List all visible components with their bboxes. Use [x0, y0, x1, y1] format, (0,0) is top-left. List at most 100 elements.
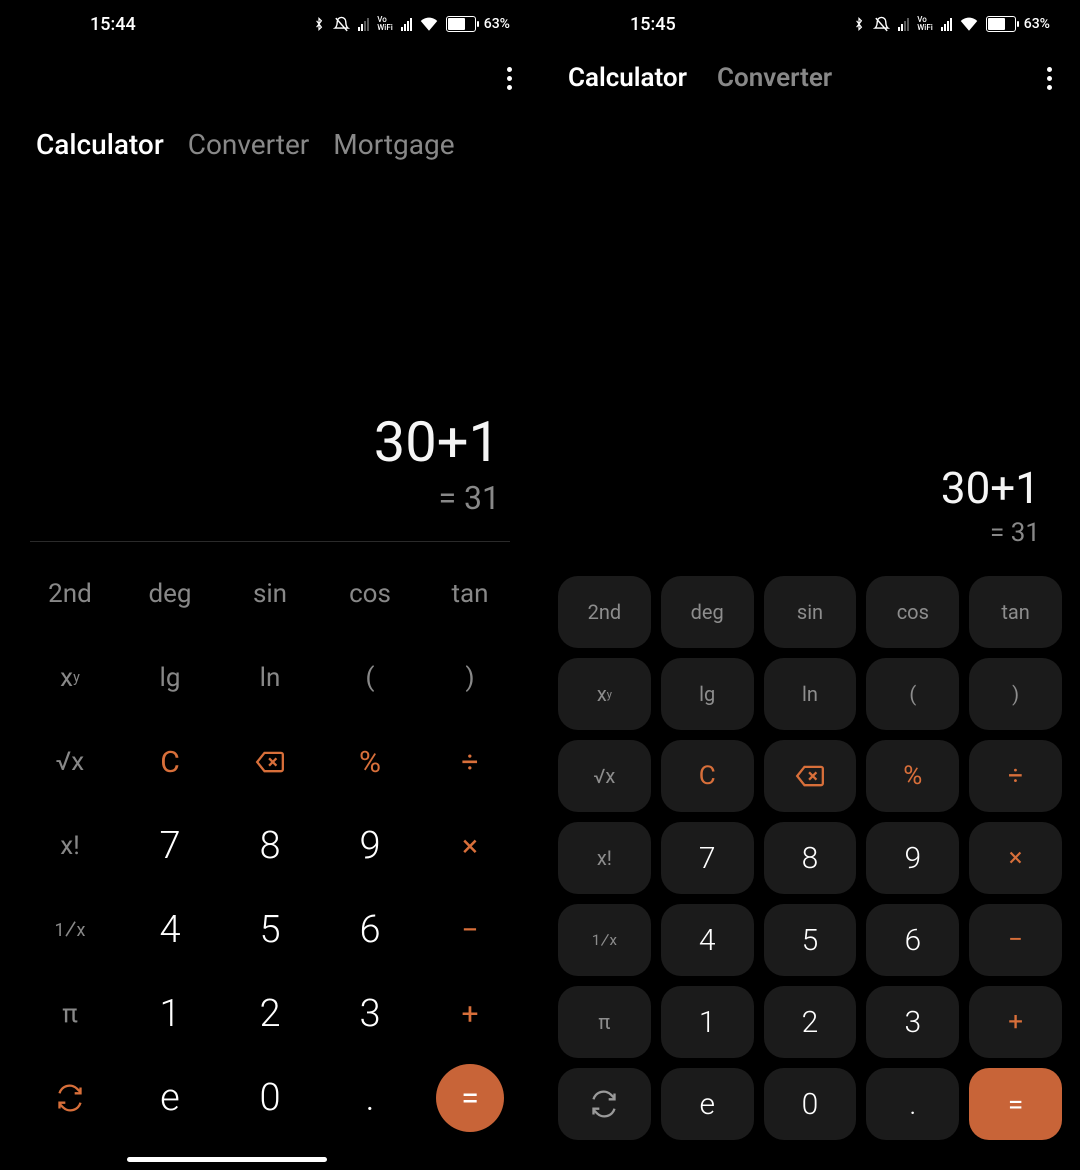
- key-backspace[interactable]: [764, 740, 857, 812]
- key-multiply[interactable]: ×: [969, 822, 1062, 894]
- key-pi[interactable]: π: [558, 986, 651, 1058]
- key-plus[interactable]: +: [969, 986, 1062, 1058]
- header-row: Calculator Converter: [540, 48, 1080, 108]
- phone-right: 15:45 VoWiFi 63% Calculator Converter 30…: [540, 0, 1080, 1170]
- key-ln[interactable]: ln: [220, 636, 320, 720]
- key-lparen[interactable]: (: [866, 658, 959, 730]
- vowifi-label: VoWiFi: [377, 16, 393, 32]
- key-percent[interactable]: %: [866, 740, 959, 812]
- key-sqrt[interactable]: √x: [20, 720, 120, 804]
- key-minus[interactable]: −: [420, 888, 520, 972]
- tab-calculator[interactable]: Calculator: [36, 128, 164, 161]
- mute-icon: [873, 16, 890, 33]
- key-reciprocal[interactable]: 1⁄x: [558, 904, 651, 976]
- more-icon[interactable]: [1047, 67, 1052, 90]
- key-2nd[interactable]: 2nd: [558, 576, 651, 648]
- display: 30+1 = 31: [0, 161, 540, 531]
- key-equals[interactable]: =: [969, 1068, 1062, 1140]
- key-percent[interactable]: %: [320, 720, 420, 804]
- key-5[interactable]: 5: [764, 904, 857, 976]
- key-lg[interactable]: lg: [661, 658, 754, 730]
- key-deg[interactable]: deg: [120, 552, 220, 636]
- key-1[interactable]: 1: [120, 972, 220, 1056]
- key-4[interactable]: 4: [661, 904, 754, 976]
- key-reciprocal[interactable]: 1⁄x: [20, 888, 120, 972]
- home-indicator[interactable]: [127, 1157, 327, 1162]
- key-lg[interactable]: lg: [120, 636, 220, 720]
- key-rparen[interactable]: ): [420, 636, 520, 720]
- key-deg[interactable]: deg: [661, 576, 754, 648]
- signal1-icon: [898, 17, 909, 31]
- status-icons: VoWiFi 63%: [853, 16, 1050, 33]
- key-e[interactable]: e: [120, 1056, 220, 1140]
- key-2nd[interactable]: 2nd: [20, 552, 120, 636]
- battery-icon: [986, 16, 1016, 32]
- status-bar: 15:45 VoWiFi 63%: [540, 0, 1080, 48]
- key-tan[interactable]: tan: [420, 552, 520, 636]
- key-sin[interactable]: sin: [764, 576, 857, 648]
- key-factorial[interactable]: x!: [20, 804, 120, 888]
- key-sqrt[interactable]: √x: [558, 740, 651, 812]
- keypad: 2nd deg sin cos tan xy lg ln ( ) √x C % …: [0, 542, 540, 1170]
- key-ln[interactable]: ln: [764, 658, 857, 730]
- key-7[interactable]: 7: [120, 804, 220, 888]
- key-divide[interactable]: ÷: [969, 740, 1062, 812]
- key-equals[interactable]: =: [436, 1064, 504, 1132]
- key-lparen[interactable]: (: [320, 636, 420, 720]
- tab-calculator[interactable]: Calculator: [568, 63, 687, 93]
- key-9[interactable]: 9: [866, 822, 959, 894]
- key-cycle[interactable]: [20, 1056, 120, 1140]
- key-0[interactable]: 0: [764, 1068, 857, 1140]
- key-sin[interactable]: sin: [220, 552, 320, 636]
- expression[interactable]: 30+1: [941, 462, 1040, 514]
- key-6[interactable]: 6: [866, 904, 959, 976]
- key-dot[interactable]: .: [866, 1068, 959, 1140]
- key-0[interactable]: 0: [220, 1056, 320, 1140]
- expression[interactable]: 30+1: [374, 409, 500, 475]
- display: 30+1 = 31: [540, 108, 1080, 562]
- key-8[interactable]: 8: [220, 804, 320, 888]
- key-9[interactable]: 9: [320, 804, 420, 888]
- key-cycle[interactable]: [558, 1068, 651, 1140]
- tab-mortgage[interactable]: Mortgage: [333, 128, 454, 161]
- status-icons: VoWiFi 63%: [313, 16, 510, 33]
- key-pow[interactable]: xy: [558, 658, 651, 730]
- bluetooth-icon: [853, 16, 865, 32]
- more-icon[interactable]: [507, 67, 512, 90]
- tab-converter[interactable]: Converter: [188, 128, 310, 161]
- key-2[interactable]: 2: [764, 986, 857, 1058]
- key-7[interactable]: 7: [661, 822, 754, 894]
- key-3[interactable]: 3: [320, 972, 420, 1056]
- key-1[interactable]: 1: [661, 986, 754, 1058]
- key-minus[interactable]: −: [969, 904, 1062, 976]
- key-cos[interactable]: cos: [320, 552, 420, 636]
- key-divide[interactable]: ÷: [420, 720, 520, 804]
- key-cos[interactable]: cos: [866, 576, 959, 648]
- signal2-icon: [401, 17, 412, 31]
- key-plus[interactable]: +: [420, 972, 520, 1056]
- key-8[interactable]: 8: [764, 822, 857, 894]
- key-e[interactable]: e: [661, 1068, 754, 1140]
- battery-pct: 63%: [484, 16, 510, 32]
- key-tan[interactable]: tan: [969, 576, 1062, 648]
- wifi-icon: [420, 17, 438, 31]
- bluetooth-icon: [313, 16, 325, 32]
- key-2[interactable]: 2: [220, 972, 320, 1056]
- battery-pct: 63%: [1024, 16, 1050, 32]
- key-factorial[interactable]: x!: [558, 822, 651, 894]
- key-5[interactable]: 5: [220, 888, 320, 972]
- key-multiply[interactable]: ×: [420, 804, 520, 888]
- key-pow[interactable]: xy: [20, 636, 120, 720]
- signal1-icon: [358, 17, 369, 31]
- key-clear[interactable]: C: [661, 740, 754, 812]
- key-backspace[interactable]: [220, 720, 320, 804]
- key-pi[interactable]: π: [20, 972, 120, 1056]
- key-6[interactable]: 6: [320, 888, 420, 972]
- key-4[interactable]: 4: [120, 888, 220, 972]
- key-3[interactable]: 3: [866, 986, 959, 1058]
- key-dot[interactable]: .: [320, 1056, 420, 1140]
- battery-icon: [446, 16, 476, 32]
- key-rparen[interactable]: ): [969, 658, 1062, 730]
- tab-converter[interactable]: Converter: [717, 63, 832, 93]
- key-clear[interactable]: C: [120, 720, 220, 804]
